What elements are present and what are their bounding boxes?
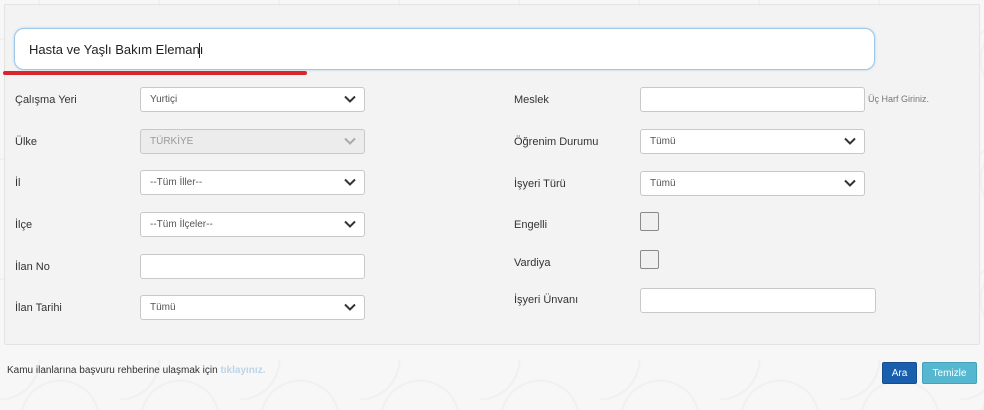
calisma-yeri-label: Çalışma Yeri [15, 94, 77, 106]
il-label: İl [15, 177, 21, 189]
search-box[interactable] [14, 28, 875, 70]
vardiya-checkbox[interactable] [640, 250, 659, 269]
isyeri-unvani-input[interactable] [640, 288, 876, 313]
ilan-no-input[interactable] [140, 254, 365, 279]
ulke-value: TÜRKİYE [150, 136, 194, 147]
isyeri-turu-select[interactable]: Tümü [640, 171, 865, 196]
calisma-yeri-select[interactable]: Yurtiçi [140, 87, 365, 112]
footer-guide-link[interactable]: tıklayınız. [220, 365, 265, 376]
ilan-tarihi-label: İlan Tarihi [15, 302, 62, 314]
ilce-select[interactable]: --Tüm İlçeler-- [140, 212, 365, 237]
ilan-no-label: İlan No [15, 261, 50, 273]
highlight-underline [3, 71, 307, 75]
ilce-label: İlçe [15, 219, 33, 231]
chevron-down-icon [344, 178, 356, 186]
chevron-down-icon [844, 179, 856, 187]
il-value: --Tüm İller-- [150, 177, 203, 188]
ilan-tarihi-value: Tümü [150, 302, 176, 313]
text-caret [199, 43, 200, 58]
clear-button[interactable]: Temizle [922, 362, 977, 384]
meslek-input[interactable] [640, 87, 865, 112]
vardiya-label: Vardiya [514, 257, 551, 269]
chevron-down-icon [344, 95, 356, 103]
isyeri-turu-label: İşyeri Türü [514, 178, 566, 190]
footer-guide-label: Kamu ilanlarına başvuru rehberine ulaşma… [7, 365, 221, 376]
search-input[interactable] [15, 29, 874, 69]
meslek-hint: Üç Harf Giriniz. [868, 94, 930, 104]
ilce-value: --Tüm İlçeler-- [150, 219, 213, 230]
chevron-down-icon [344, 303, 356, 311]
il-select[interactable]: --Tüm İller-- [140, 170, 365, 195]
ulke-select: TÜRKİYE [140, 129, 365, 154]
meslek-label: Meslek [514, 94, 549, 106]
footer-guide-text: Kamu ilanlarına başvuru rehberine ulaşma… [7, 365, 265, 376]
ogrenim-durumu-select[interactable]: Tümü [640, 129, 865, 154]
ogrenim-durumu-value: Tümü [650, 136, 676, 147]
isyeri-turu-value: Tümü [650, 178, 676, 189]
calisma-yeri-value: Yurtiçi [150, 94, 178, 105]
ilan-tarihi-select[interactable]: Tümü [140, 295, 365, 320]
isyeri-unvani-label: İşyeri Ünvanı [514, 294, 579, 306]
engelli-checkbox[interactable] [640, 212, 659, 231]
chevron-down-icon [844, 137, 856, 145]
ogrenim-durumu-label: Öğrenim Durumu [514, 136, 599, 148]
chevron-down-icon [344, 137, 356, 145]
engelli-label: Engelli [514, 219, 548, 231]
chevron-down-icon [344, 220, 356, 228]
ulke-label: Ülke [15, 136, 38, 148]
search-button[interactable]: Ara [882, 362, 917, 384]
